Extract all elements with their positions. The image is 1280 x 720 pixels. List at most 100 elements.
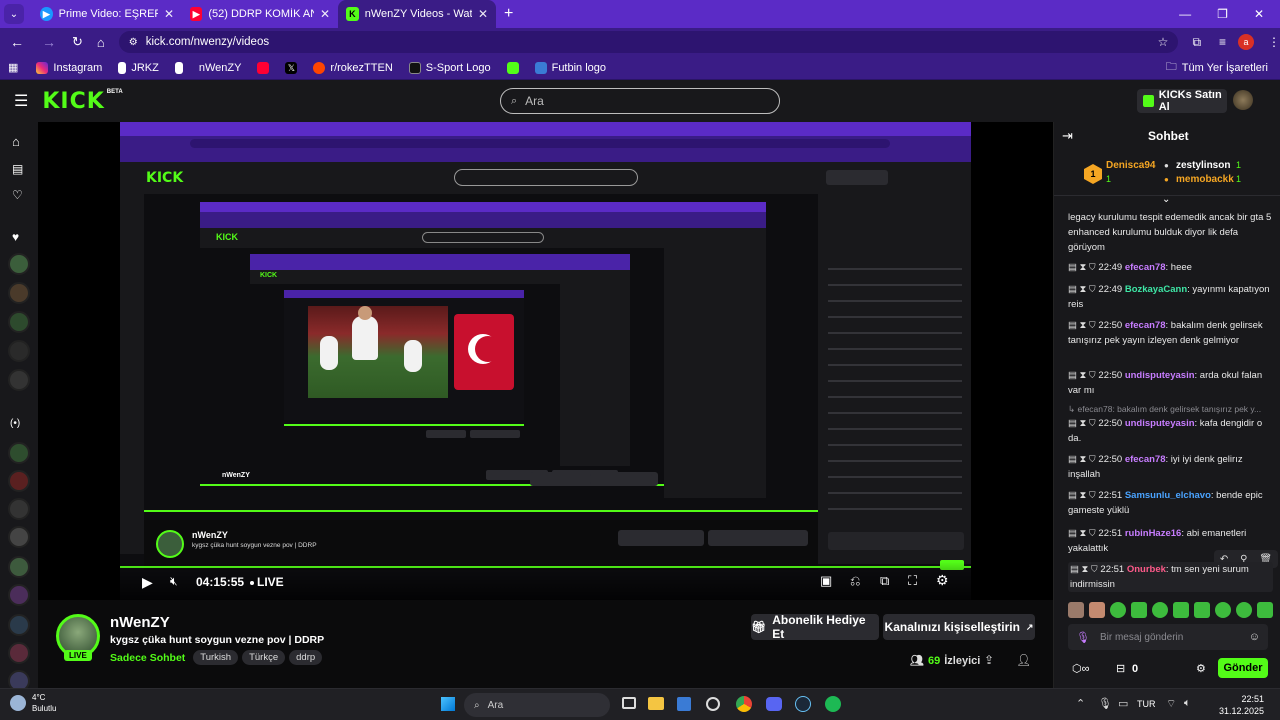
forward-icon[interactable]: →	[42, 34, 56, 50]
bookmark-x[interactable]: 𝕏	[277, 61, 305, 74]
emote-icon[interactable]	[1236, 602, 1252, 618]
channel-avatar[interactable]	[8, 253, 30, 275]
share-icon[interactable]: ⇪	[984, 653, 994, 667]
channel-avatar[interactable]	[8, 311, 30, 333]
message-user[interactable]: efecan78	[1125, 262, 1166, 273]
stream-category[interactable]: Sadece Sohbet	[110, 652, 185, 664]
mic-tray-icon[interactable]: 🎙︎	[1098, 697, 1112, 710]
clip-icon[interactable]: ⎌	[850, 573, 860, 589]
emote-icon[interactable]	[1131, 602, 1147, 618]
menu-icon[interactable]: ⋮	[1268, 35, 1280, 49]
close-icon[interactable]: ✕	[320, 7, 330, 21]
network-icon[interactable]: ▭	[1118, 697, 1128, 710]
home-icon[interactable]: ⌂	[12, 134, 20, 149]
emoji-icon[interactable]: ☺	[1249, 631, 1260, 643]
tab-youtube[interactable]: ▶ (52) DDRP KOMİK ANLAR 9. BÖ ✕	[182, 0, 338, 28]
hamburger-menu-icon[interactable]: ☰	[14, 91, 28, 111]
chat-settings-icon[interactable]: ⚙	[1196, 662, 1206, 675]
gift-sub-button[interactable]: 🎁︎ Abonelik Hediye Et	[751, 613, 879, 641]
emote-icon[interactable]	[1215, 602, 1231, 618]
message-user[interactable]: BozkayaCann	[1125, 284, 1187, 295]
tag-turkce[interactable]: Türkçe	[242, 650, 286, 665]
chat-input[interactable]: 🎙︎ Bir mesaj gönderin ☺	[1068, 624, 1268, 650]
clock[interactable]: 22:51 31.12.2025	[1212, 693, 1264, 717]
bookmark-ssport[interactable]: S-Sport Logo	[401, 61, 499, 74]
emote-icon[interactable]	[1257, 602, 1273, 618]
bookmark-jrkz[interactable]: JRKZ	[110, 61, 167, 74]
reload-icon[interactable]: ↻	[72, 34, 83, 50]
search-bar[interactable]: ⌕ Ara	[500, 88, 780, 114]
message-user[interactable]: undisputeyasin	[1125, 370, 1195, 381]
taskbar-search[interactable]: ⌕ Ara	[464, 693, 610, 717]
channel-avatar[interactable]	[8, 642, 30, 664]
theater-mode-icon[interactable]: ▣	[820, 573, 832, 589]
discord-icon[interactable]	[766, 697, 782, 711]
channel-avatar[interactable]	[8, 526, 30, 548]
app-icon[interactable]	[706, 697, 720, 711]
emote-icon[interactable]	[1110, 602, 1126, 618]
steam-icon[interactable]	[795, 696, 811, 712]
chrome-icon[interactable]	[736, 696, 752, 712]
close-icon[interactable]: ✕	[164, 7, 174, 21]
apps-icon[interactable]: ▦	[8, 61, 18, 74]
spotify-icon[interactable]	[825, 696, 841, 712]
buy-kicks-button[interactable]: KICKs Satın Al	[1137, 89, 1227, 113]
close-window-icon[interactable]: ✕	[1254, 7, 1264, 21]
chat-reply-preview[interactable]: ↳ efecan78: bakalım denk gelirsek tanışı…	[1068, 402, 1273, 417]
mic-icon[interactable]: 🎙︎	[1076, 631, 1090, 644]
tab-search-button[interactable]: ⌄	[4, 4, 24, 24]
bookmark-star-icon[interactable]: ☆	[1158, 35, 1169, 49]
emote-icon[interactable]	[1152, 602, 1168, 618]
video-player[interactable]: KICK KICK KICK nWenZY nWenZY kygsz çüka …	[38, 122, 1053, 600]
channel-avatar[interactable]	[8, 282, 30, 304]
media-icon[interactable]: ≡	[1219, 35, 1226, 49]
mute-icon[interactable]: 🔇︎	[170, 574, 178, 589]
send-button[interactable]: Gönder	[1218, 658, 1268, 678]
settings-icon[interactable]: ⚙	[936, 572, 949, 589]
url-field[interactable]: ⚙ kick.com/nwenzy/videos ☆	[118, 31, 1179, 53]
customize-channel-button[interactable]: Kanalınızı kişiselleştirin ↗	[883, 614, 1035, 640]
emote-icon[interactable]	[1194, 602, 1210, 618]
user-avatar[interactable]	[1233, 90, 1253, 110]
store-icon[interactable]	[677, 697, 691, 711]
task-view-icon[interactable]	[622, 697, 636, 709]
bookmark-futbin[interactable]: Futbin logo	[527, 61, 614, 74]
bookmark-reddit[interactable]: r/rokezTTEN	[305, 61, 400, 74]
all-bookmarks[interactable]: 🗀 Tüm Yer İşaretleri	[1158, 58, 1276, 77]
restore-icon[interactable]: ❐	[1217, 7, 1228, 21]
file-explorer-icon[interactable]	[648, 697, 664, 710]
bookmark-kick[interactable]	[499, 61, 527, 74]
close-icon[interactable]: ✕	[478, 7, 488, 21]
channel-avatar[interactable]	[8, 614, 30, 636]
minimize-icon[interactable]: —	[1179, 7, 1191, 21]
channel-name[interactable]: nWenZY	[110, 614, 170, 631]
leader-name[interactable]: zestylinson	[1176, 160, 1230, 171]
browse-icon[interactable]: ▤	[12, 162, 23, 176]
message-user[interactable]: Samsunlu_elchavo	[1125, 490, 1211, 501]
leader-name[interactable]: Denisca94	[1106, 160, 1155, 171]
collapse-chat-icon[interactable]: ⇥	[1062, 128, 1073, 144]
emote-icon[interactable]	[1173, 602, 1189, 618]
message-user[interactable]: rubinHaze16	[1125, 528, 1182, 539]
channel-avatar[interactable]	[8, 498, 30, 520]
message-user[interactable]: undisputeyasin	[1125, 418, 1195, 429]
kick-logo[interactable]: KICK BETA	[42, 89, 122, 114]
site-info-icon[interactable]: ⚙	[129, 37, 138, 48]
bookmark-instagram[interactable]: Instagram	[28, 61, 110, 74]
language-indicator[interactable]: TUR	[1137, 699, 1156, 709]
tag-turkish[interactable]: Turkish	[193, 650, 239, 665]
channel-avatar[interactable]	[8, 340, 30, 362]
kick-points-icon[interactable]: ⬡∞	[1072, 662, 1089, 675]
wifi-icon[interactable]: ⌔	[1166, 697, 1176, 711]
tag-ddrp[interactable]: ddrp	[289, 650, 323, 665]
profile-avatar[interactable]: a	[1238, 34, 1255, 50]
bookmark-youtube[interactable]	[249, 61, 277, 74]
home-icon[interactable]: ⌂	[97, 35, 105, 50]
following-icon[interactable]: ♡	[12, 188, 23, 202]
volume-icon[interactable]: 🔈︎	[1184, 697, 1191, 710]
channel-avatar[interactable]	[8, 584, 30, 606]
play-icon[interactable]: ▶	[142, 574, 153, 591]
tab-kick[interactable]: K nWenZY Videos - Watch On-De ✕	[338, 0, 496, 28]
back-icon[interactable]: ←	[10, 34, 24, 50]
message-user[interactable]: efecan78	[1125, 320, 1166, 331]
